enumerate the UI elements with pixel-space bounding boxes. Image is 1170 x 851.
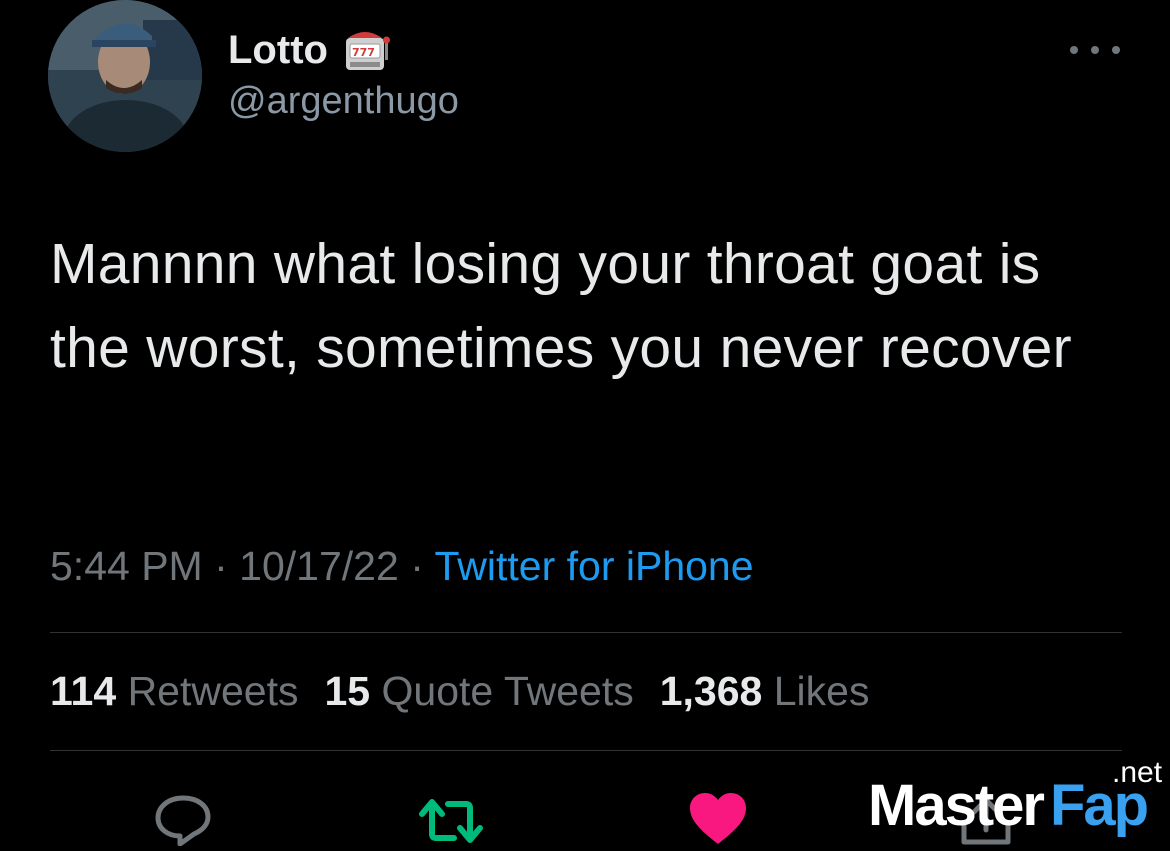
watermark: .net Master Fap	[868, 756, 1168, 841]
divider	[50, 632, 1122, 633]
display-name[interactable]: Lotto	[228, 28, 328, 73]
slot-machine-icon: 777	[342, 24, 394, 76]
like-button[interactable]	[688, 792, 748, 851]
tweet-stats: 114 Retweets 15 Quote Tweets 1,368 Likes	[50, 668, 869, 715]
display-name-row[interactable]: Lotto 777	[228, 24, 394, 76]
quotes-count: 15	[324, 668, 371, 714]
dot	[1112, 46, 1120, 54]
tweet-text: Mannnn what losing your throat goat is t…	[50, 232, 1072, 380]
likes-stat[interactable]: 1,368 Likes	[660, 668, 870, 715]
more-options-icon[interactable]	[1070, 40, 1120, 60]
reply-button[interactable]	[154, 794, 212, 851]
meta-separator: ·	[410, 543, 424, 589]
quotes-label: Quote Tweets	[381, 668, 634, 714]
like-icon	[690, 793, 746, 844]
tweet-time[interactable]: 5:44 PM	[50, 543, 203, 589]
meta-separator: ·	[214, 543, 228, 589]
retweets-count: 114	[50, 668, 117, 714]
retweet-button[interactable]	[418, 796, 484, 851]
retweets-stat[interactable]: 114 Retweets	[50, 668, 298, 715]
tweet-meta: 5:44 PM · 10/17/22 · Twitter for iPhone	[50, 543, 754, 590]
likes-label: Likes	[773, 668, 870, 714]
retweets-label: Retweets	[127, 668, 299, 714]
dot	[1070, 46, 1078, 54]
tweet-date[interactable]: 10/17/22	[239, 543, 399, 589]
avatar-photo	[48, 0, 202, 152]
likes-count: 1,368	[659, 668, 763, 714]
tweet-source-link[interactable]: Twitter for iPhone	[435, 543, 754, 589]
svg-text:777: 777	[352, 46, 375, 59]
retweet-icon	[419, 799, 483, 843]
watermark-text-master: Master	[868, 773, 1045, 838]
dot	[1091, 46, 1099, 54]
reply-icon	[155, 795, 211, 847]
quote-tweets-stat[interactable]: 15 Quote Tweets	[324, 668, 633, 715]
avatar[interactable]	[48, 0, 202, 152]
user-handle[interactable]: @argenthugo	[228, 80, 459, 123]
divider	[50, 750, 1122, 751]
watermark-text-fap: Fap	[1050, 773, 1149, 838]
